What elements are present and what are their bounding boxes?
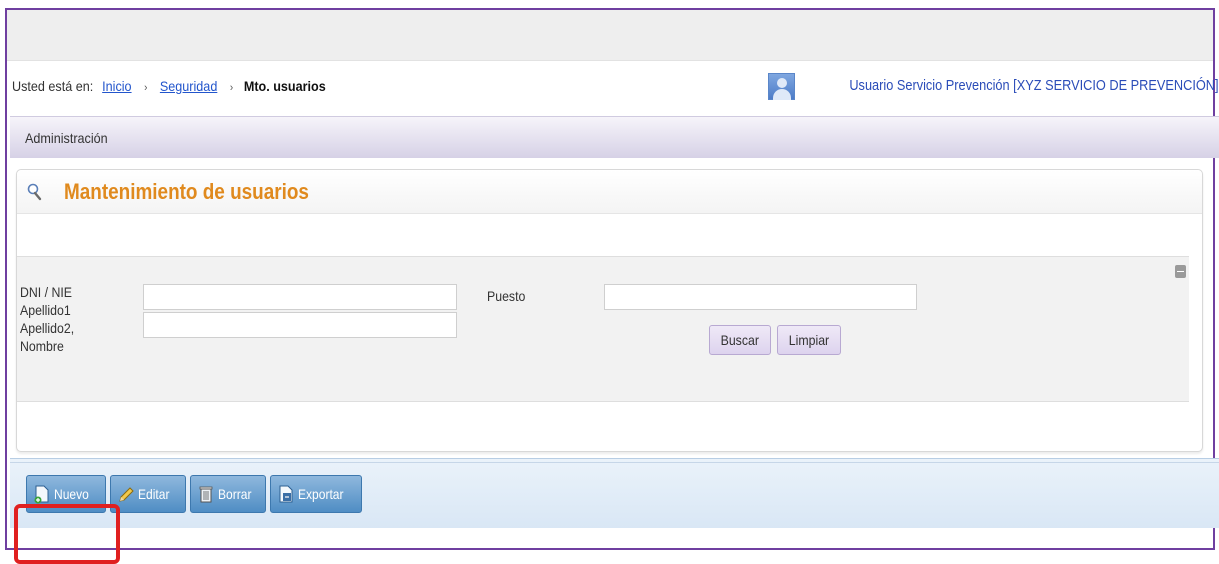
breadcrumb-prefix: Usted está en:	[12, 78, 94, 94]
user-label: Usuario Servicio Prevención [XYZ SERVICI…	[849, 78, 1219, 94]
dni-label: DNI / NIE	[20, 284, 73, 300]
exportar-button-label: Exportar	[298, 486, 344, 502]
buscar-button[interactable]: Buscar	[709, 325, 771, 355]
panel-header: Mantenimiento de usuarios	[17, 170, 1202, 214]
breadcrumb-link-inicio[interactable]: Inicio	[102, 78, 131, 94]
borrar-button-label: Borrar	[218, 486, 252, 502]
pencil-icon	[117, 484, 135, 504]
breadcrumb-separator: ›	[144, 82, 148, 94]
collapse-icon[interactable]	[1175, 265, 1186, 278]
dni-field[interactable]	[143, 284, 457, 310]
panel-title: Mantenimiento de usuarios	[64, 179, 309, 204]
user-info[interactable]: Usuario Servicio Prevención [XYZ SERVICI…	[768, 72, 1219, 100]
puesto-field[interactable]	[604, 284, 917, 310]
breadcrumb-link-seguridad[interactable]: Seguridad	[160, 78, 217, 94]
menu-bar: Administración	[10, 116, 1219, 158]
nuevo-button-label: Nuevo	[54, 486, 89, 502]
editar-button[interactable]: Editar	[110, 475, 186, 513]
breadcrumb-separator: ›	[229, 82, 234, 94]
action-toolbar: Nuevo Editar Borrar Exportar	[10, 458, 1219, 528]
breadcrumb: Usted está en: Inicio › Seguridad › Mto.…	[12, 78, 326, 94]
users-panel: Mantenimiento de usuarios DNI / NIE Apel…	[16, 169, 1203, 452]
limpiar-button[interactable]: Limpiar	[777, 325, 841, 355]
nombre-label: Nombre	[20, 338, 64, 354]
borrar-button[interactable]: Borrar	[190, 475, 266, 513]
editar-button-label: Editar	[138, 486, 170, 502]
new-document-icon	[33, 484, 51, 504]
buscar-button-label: Buscar	[720, 332, 759, 348]
top-band	[7, 10, 1213, 61]
user-avatar-icon	[768, 72, 796, 100]
limpiar-button-label: Limpiar	[788, 332, 830, 348]
trash-icon	[197, 484, 215, 504]
breadcrumb-current: Mto. usuarios	[243, 78, 326, 94]
search-icon	[27, 183, 42, 201]
puesto-label: Puesto	[487, 288, 526, 304]
search-filter: DNI / NIE Apellido1 Apellido2, Nombre Pu…	[17, 256, 1189, 402]
toolbar-divider	[10, 462, 1219, 463]
exportar-button[interactable]: Exportar	[270, 475, 362, 513]
apellido1-field[interactable]	[143, 312, 457, 338]
menu-item-administracion[interactable]: Administración	[25, 117, 108, 159]
apellido1-label: Apellido1	[20, 302, 71, 318]
nuevo-button[interactable]: Nuevo	[26, 475, 106, 513]
apellido2-label: Apellido2,	[20, 320, 75, 336]
export-icon	[277, 484, 295, 504]
